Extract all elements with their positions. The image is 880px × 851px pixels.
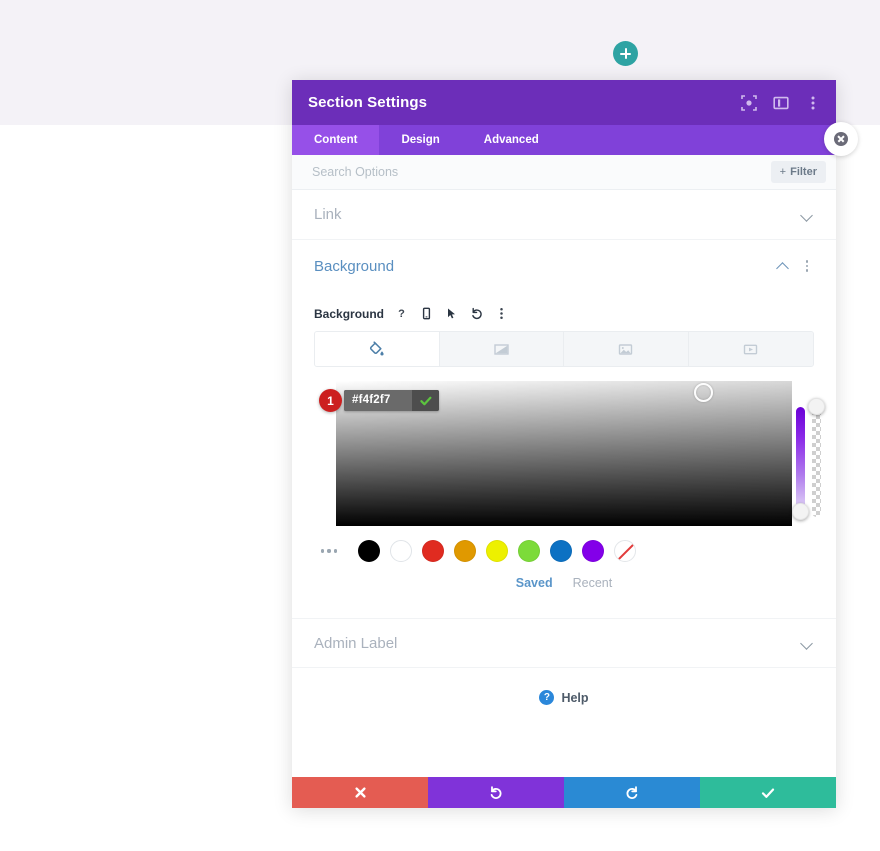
swatch-black[interactable] [358, 540, 380, 562]
modal-tabs: Content Design Advanced [292, 125, 836, 155]
plus-icon-vertical [624, 48, 627, 59]
plus-icon-filter: + [779, 166, 787, 178]
gradient-icon [494, 343, 509, 355]
modal-footer [292, 777, 836, 808]
focus-icon[interactable] [740, 94, 758, 112]
section-toggle-background[interactable]: Background [292, 240, 836, 292]
swatch-orange[interactable] [454, 540, 476, 562]
redo-icon [626, 785, 638, 799]
search-input[interactable] [312, 165, 771, 179]
hex-input[interactable]: #f4f2f7 [344, 390, 412, 411]
palette-tab-recent[interactable]: Recent [573, 576, 613, 590]
chevron-down-icon[interactable] [800, 208, 814, 222]
filter-button[interactable]: + Filter [770, 161, 826, 183]
search-bar: +Filter [292, 155, 836, 190]
swatch-green[interactable] [518, 540, 540, 562]
background-color-tab[interactable] [315, 332, 440, 366]
hue-slider[interactable] [796, 407, 805, 517]
swatch-more-icon[interactable] [314, 549, 344, 553]
background-field-label-row: Background ? [314, 292, 814, 331]
section-more-vertical-icon[interactable] [800, 260, 814, 272]
page-title: Section Settings [308, 94, 428, 111]
video-icon [744, 344, 758, 354]
swatch-red[interactable] [422, 540, 444, 562]
palette-tab-saved[interactable]: Saved [516, 576, 553, 590]
step-badge-1: 1 [319, 389, 342, 412]
modal-body: Link Background Background ? 1 #f4f2f7 S… [292, 190, 836, 777]
section-title-admin-label: Admin Label [314, 634, 398, 652]
undo-icon [490, 785, 502, 799]
more-vertical-icon[interactable] [804, 94, 822, 112]
undo-button[interactable] [428, 777, 564, 808]
save-button[interactable] [700, 777, 836, 808]
close-icon [834, 132, 848, 146]
alpha-slider-handle[interactable] [808, 398, 825, 415]
layout-panel-icon[interactable] [772, 94, 790, 112]
reset-undo-icon[interactable] [469, 306, 484, 321]
responsive-mobile-icon[interactable] [419, 306, 434, 321]
tab-content[interactable]: Content [292, 125, 380, 155]
checkmark-icon [761, 788, 775, 798]
hue-slider-handle[interactable] [792, 503, 809, 520]
background-gradient-tab[interactable] [439, 332, 564, 366]
hex-confirm-checkmark-icon[interactable] [412, 390, 439, 411]
background-panel: Background ? 1 #f4f2f7 Saved Recent [292, 292, 836, 600]
alpha-slider[interactable] [812, 407, 821, 517]
palette-tabs: Saved Recent [314, 562, 814, 590]
svg-text:?: ? [398, 308, 405, 320]
help-question-icon[interactable]: ? [394, 306, 409, 321]
tab-advanced[interactable]: Advanced [462, 125, 561, 155]
header-icon-group [740, 94, 822, 112]
section-title-background: Background [314, 257, 395, 275]
help-label: Help [561, 690, 589, 705]
section-toggle-link[interactable]: Link [292, 190, 836, 240]
color-swatch-row [314, 526, 814, 562]
swatch-blue[interactable] [550, 540, 572, 562]
help-question-icon-circle: ? [539, 690, 555, 705]
section-settings-modal: Section Settings Content Design Advanced… [292, 80, 836, 808]
filter-button-label: Filter [790, 166, 817, 178]
hex-input-group: #f4f2f7 [344, 390, 439, 411]
saturation-value-cursor[interactable] [694, 383, 713, 402]
more-vertical-icon-field[interactable] [494, 306, 509, 321]
swatch-yellow[interactable] [486, 540, 508, 562]
swatch-none[interactable] [614, 540, 636, 562]
swatch-white[interactable] [390, 540, 412, 562]
close-button[interactable] [824, 122, 858, 156]
redo-button[interactable] [564, 777, 700, 808]
modal-header: Section Settings [292, 80, 836, 125]
paint-bucket-icon [370, 340, 384, 355]
page-root: Section Settings Content Design Advanced… [0, 0, 880, 851]
help-row[interactable]: ? Help [292, 668, 836, 705]
image-icon [619, 343, 633, 355]
background-field-label: Background [314, 306, 385, 321]
swatch-purple[interactable] [582, 540, 604, 562]
section-toggle-admin-label[interactable]: Admin Label [292, 618, 836, 668]
background-image-tab[interactable] [564, 332, 689, 366]
hover-cursor-icon[interactable] [444, 306, 459, 321]
color-picker: 1 #f4f2f7 [314, 381, 825, 526]
x-icon [354, 787, 366, 798]
background-type-tabs [314, 331, 814, 367]
section-title-link: Link [314, 206, 342, 223]
add-section-button[interactable] [613, 41, 638, 66]
cancel-button[interactable] [292, 777, 428, 808]
background-video-tab[interactable] [688, 332, 813, 366]
chevron-down-icon-admin[interactable] [800, 636, 814, 650]
chevron-up-icon[interactable] [776, 259, 790, 273]
tab-design[interactable]: Design [379, 125, 461, 155]
